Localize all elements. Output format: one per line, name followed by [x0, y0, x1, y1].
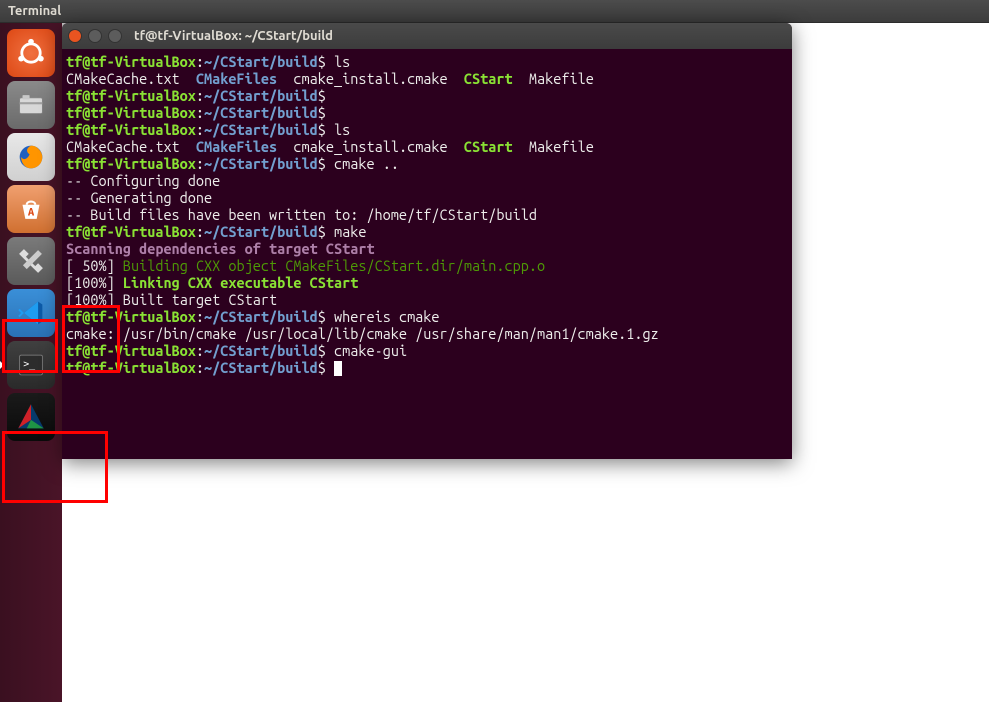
window-minimize-icon[interactable]	[88, 29, 102, 43]
dash-icon[interactable]	[7, 29, 55, 77]
firefox-icon[interactable]	[7, 133, 55, 181]
prompt-path: ~/CStart/build	[204, 53, 318, 70]
active-app-label: Terminal	[8, 4, 61, 18]
whereis-output: cmake: /usr/bin/cmake /usr/local/lib/cma…	[66, 325, 659, 342]
files-icon[interactable]	[7, 81, 55, 129]
cmd: ls	[334, 53, 350, 70]
window-close-icon[interactable]	[68, 29, 82, 43]
cmake-icon[interactable]	[7, 393, 55, 441]
terminal-cursor	[334, 361, 342, 376]
svg-text:A: A	[28, 205, 35, 218]
terminal-titlebar[interactable]: tf@tf-VirtualBox: ~/CStart/build	[62, 23, 792, 49]
svg-text:>_: >_	[23, 359, 35, 370]
scan-line: Scanning dependencies of target CStart	[66, 240, 375, 257]
vscode-icon[interactable]	[7, 289, 55, 337]
terminal-output[interactable]: tf@tf-VirtualBox:~/CStart/build$ ls CMak…	[62, 49, 792, 380]
unity-launcher: A >_	[0, 23, 62, 702]
terminal-icon[interactable]: >_	[7, 341, 55, 389]
top-panel: Terminal	[0, 0, 989, 23]
desktop: A >_ tf@tf-VirtualBox: ~/CStart/build tf…	[0, 23, 989, 702]
window-title: tf@tf-VirtualBox: ~/CStart/build	[134, 29, 333, 43]
software-center-icon[interactable]: A	[7, 185, 55, 233]
terminal-window: tf@tf-VirtualBox: ~/CStart/build tf@tf-V…	[62, 23, 792, 459]
window-maximize-icon[interactable]	[108, 29, 122, 43]
settings-icon[interactable]	[7, 237, 55, 285]
prompt-user: tf@tf-VirtualBox	[66, 53, 196, 70]
